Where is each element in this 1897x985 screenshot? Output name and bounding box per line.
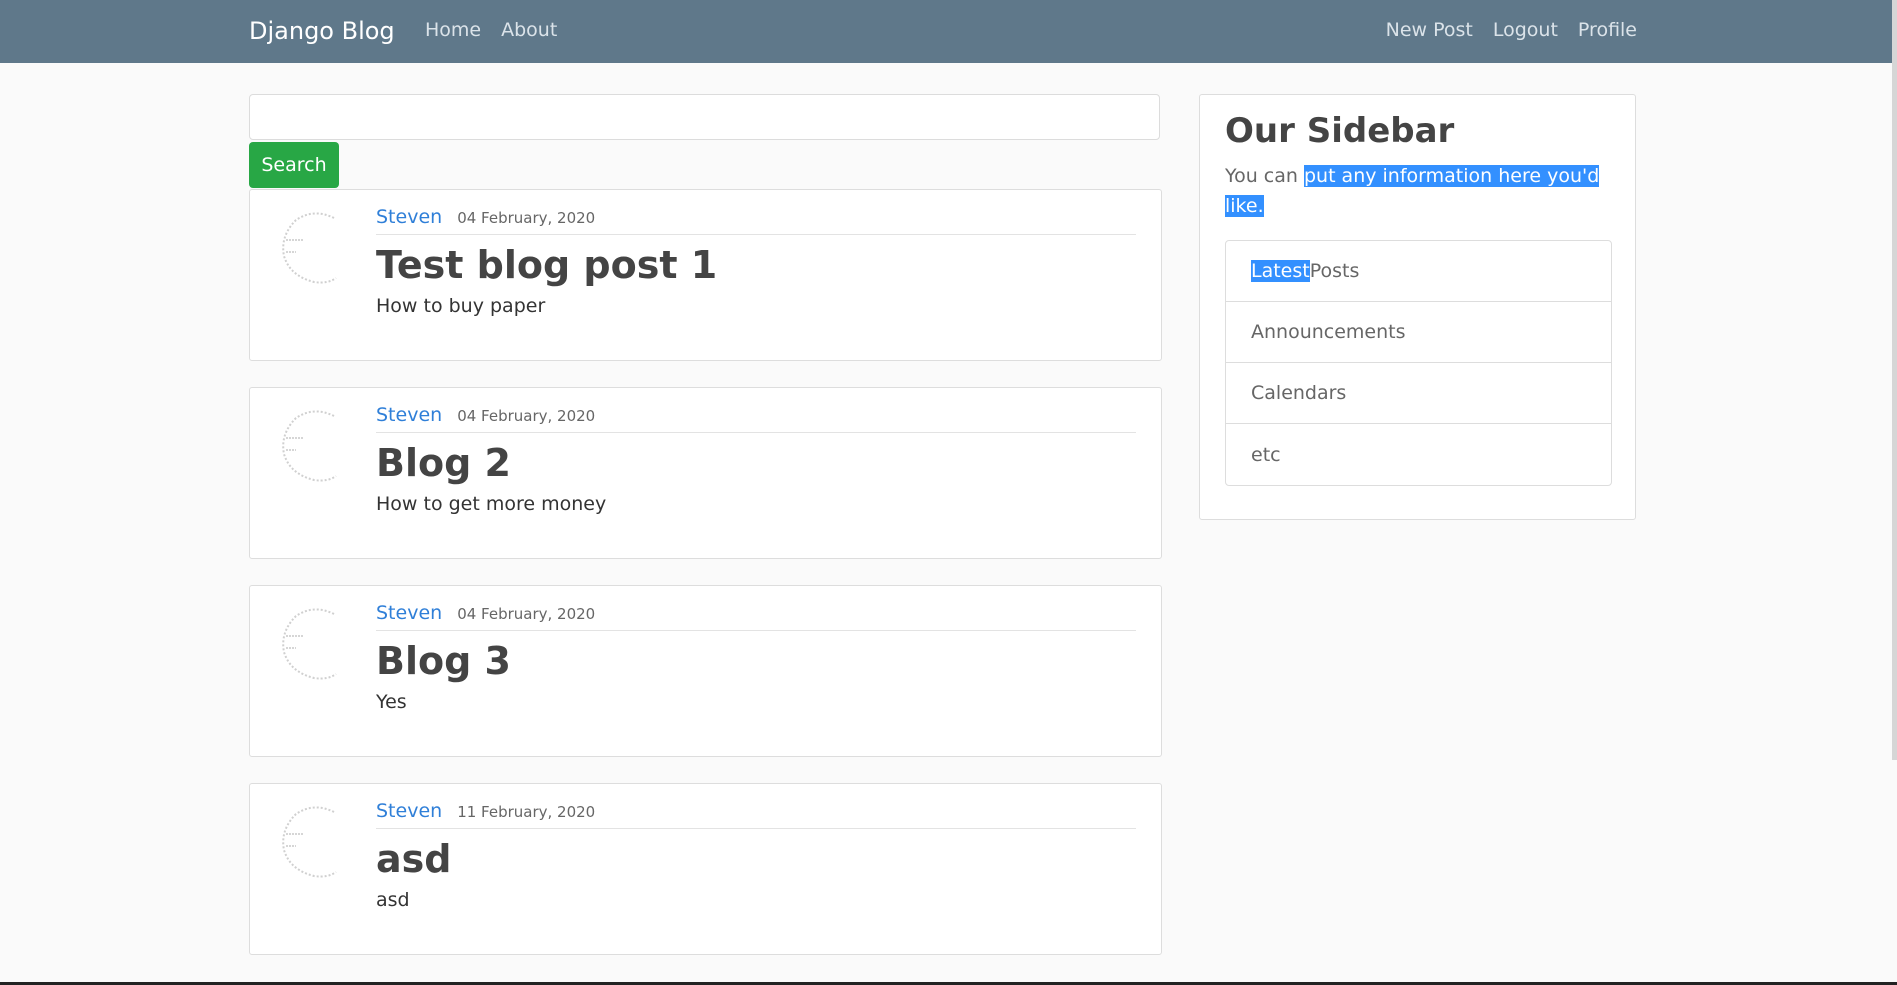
post-content: How to buy paper <box>376 295 546 317</box>
nav-link-logout[interactable]: Logout <box>1493 19 1558 41</box>
nav-link-new-post[interactable]: New Post <box>1386 19 1473 41</box>
avatar-placeholder-icon <box>282 806 337 878</box>
author-avatar[interactable] <box>274 800 354 880</box>
brand-link[interactable]: Django Blog <box>249 17 395 45</box>
post-card: Steven 04 February, 2020 Blog 2 How to g… <box>249 387 1162 559</box>
avatar-placeholder-icon <box>282 410 337 482</box>
list-item-label: Announcements <box>1251 321 1406 343</box>
post-card: Steven 11 February, 2020 asd asd <box>249 783 1162 955</box>
post-card: Steven 04 February, 2020 Blog 3 Yes <box>249 585 1162 757</box>
post-content: How to get more money <box>376 493 607 515</box>
post-title-link[interactable]: Blog 3 <box>376 639 1136 683</box>
post-meta: Steven 11 February, 2020 <box>376 800 1136 829</box>
post-meta: Steven 04 February, 2020 <box>376 404 1136 433</box>
author-link[interactable]: Steven <box>376 206 442 228</box>
sidebar-item-calendars[interactable]: Calendars <box>1226 363 1611 424</box>
author-link[interactable]: Steven <box>376 800 442 822</box>
post-title-link[interactable]: Blog 2 <box>376 441 1136 485</box>
list-item-label: Calendars <box>1251 382 1347 404</box>
sidebar-item-etc[interactable]: etc <box>1226 424 1611 485</box>
navbar-container: Django Blog Home About New Post Logout P… <box>249 0 1637 63</box>
nav-left-links: Home About <box>425 19 557 41</box>
nav-right-links: New Post Logout Profile <box>1386 19 1637 41</box>
search-input[interactable] <box>249 94 1160 140</box>
scrollbar[interactable] <box>1892 0 1897 760</box>
post-body: Steven 04 February, 2020 Blog 2 How to g… <box>376 404 1136 515</box>
nav-link-profile[interactable]: Profile <box>1578 19 1637 41</box>
sidebar-item-announcements[interactable]: Announcements <box>1226 302 1611 363</box>
nav-link-about[interactable]: About <box>501 19 557 41</box>
navbar: Django Blog Home About New Post Logout P… <box>0 0 1892 63</box>
list-item-label: etc <box>1251 443 1281 466</box>
post-body: Steven 04 February, 2020 Blog 3 Yes <box>376 602 1136 713</box>
author-link[interactable]: Steven <box>376 404 442 426</box>
post-meta: Steven 04 February, 2020 <box>376 602 1136 631</box>
selected-text: Latest <box>1251 260 1310 282</box>
sidebar: Our Sidebar You can put any information … <box>1199 94 1636 520</box>
post-date: 04 February, 2020 <box>457 605 596 623</box>
post-content: asd <box>376 889 410 911</box>
post-card: Steven 04 February, 2020 Test blog post … <box>249 189 1162 361</box>
post-date: 04 February, 2020 <box>457 209 596 227</box>
post-title-link[interactable]: asd <box>376 837 1136 881</box>
sidebar-list: Latest Posts Announcements Calendars etc <box>1225 240 1612 486</box>
author-avatar[interactable] <box>274 602 354 682</box>
nav-link-home[interactable]: Home <box>425 19 481 41</box>
post-date: 04 February, 2020 <box>457 407 596 425</box>
post-title-link[interactable]: Test blog post 1 <box>376 243 1136 287</box>
post-content: Yes <box>376 691 407 713</box>
post-body: Steven 04 February, 2020 Test blog post … <box>376 206 1136 317</box>
avatar-placeholder-icon <box>282 608 337 680</box>
post-meta: Steven 04 February, 2020 <box>376 206 1136 235</box>
sidebar-item-latest-posts[interactable]: Latest Posts <box>1226 241 1611 302</box>
sidebar-title: Our Sidebar <box>1225 111 1455 151</box>
sidebar-text-plain: You can <box>1225 165 1304 187</box>
avatar-placeholder-icon <box>282 212 337 284</box>
post-body: Steven 11 February, 2020 asd asd <box>376 800 1136 911</box>
search-button[interactable]: Search <box>249 142 339 188</box>
sidebar-description: You can put any information here you'd l… <box>1225 161 1615 221</box>
post-date: 11 February, 2020 <box>457 803 596 821</box>
author-avatar[interactable] <box>274 404 354 484</box>
author-avatar[interactable] <box>274 206 354 286</box>
list-item-label: Posts <box>1309 260 1360 282</box>
author-link[interactable]: Steven <box>376 602 442 624</box>
